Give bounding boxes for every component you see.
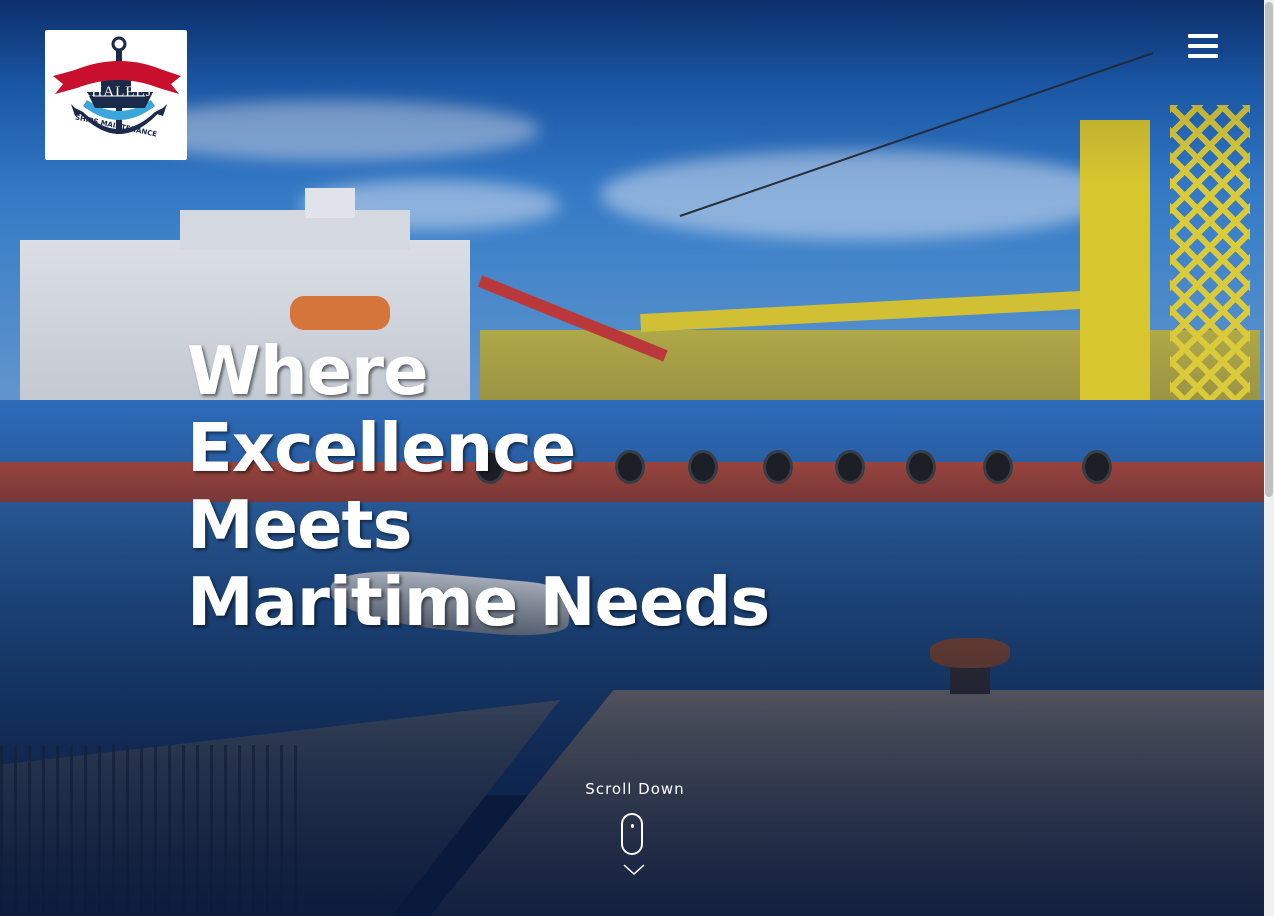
headline-line: Maritime Needs — [187, 563, 770, 641]
page-scrollbar[interactable] — [1264, 0, 1274, 916]
headline-line: Where — [187, 332, 429, 410]
headline-line: Excellence — [187, 409, 576, 487]
site-logo[interactable]: KHALEEJ SHIPS MAINTENANCE — [45, 30, 187, 160]
headline-line: Meets — [187, 486, 412, 564]
hero-section: KHALEEJ SHIPS MAINTENANCE Where Excellen… — [0, 0, 1274, 916]
logo-brand-name: KHALEEJ — [79, 84, 153, 100]
chevron-down-icon — [623, 864, 645, 876]
hamburger-menu-icon[interactable] — [1185, 32, 1219, 62]
hero-headline: Where Excellence Meets Maritime Needs — [187, 333, 887, 641]
scroll-down-label: Scroll Down — [585, 780, 685, 798]
mouse-icon — [621, 813, 643, 855]
scroll-down-button[interactable]: Scroll Down — [560, 780, 710, 876]
scrollbar-thumb[interactable] — [1265, 2, 1273, 497]
